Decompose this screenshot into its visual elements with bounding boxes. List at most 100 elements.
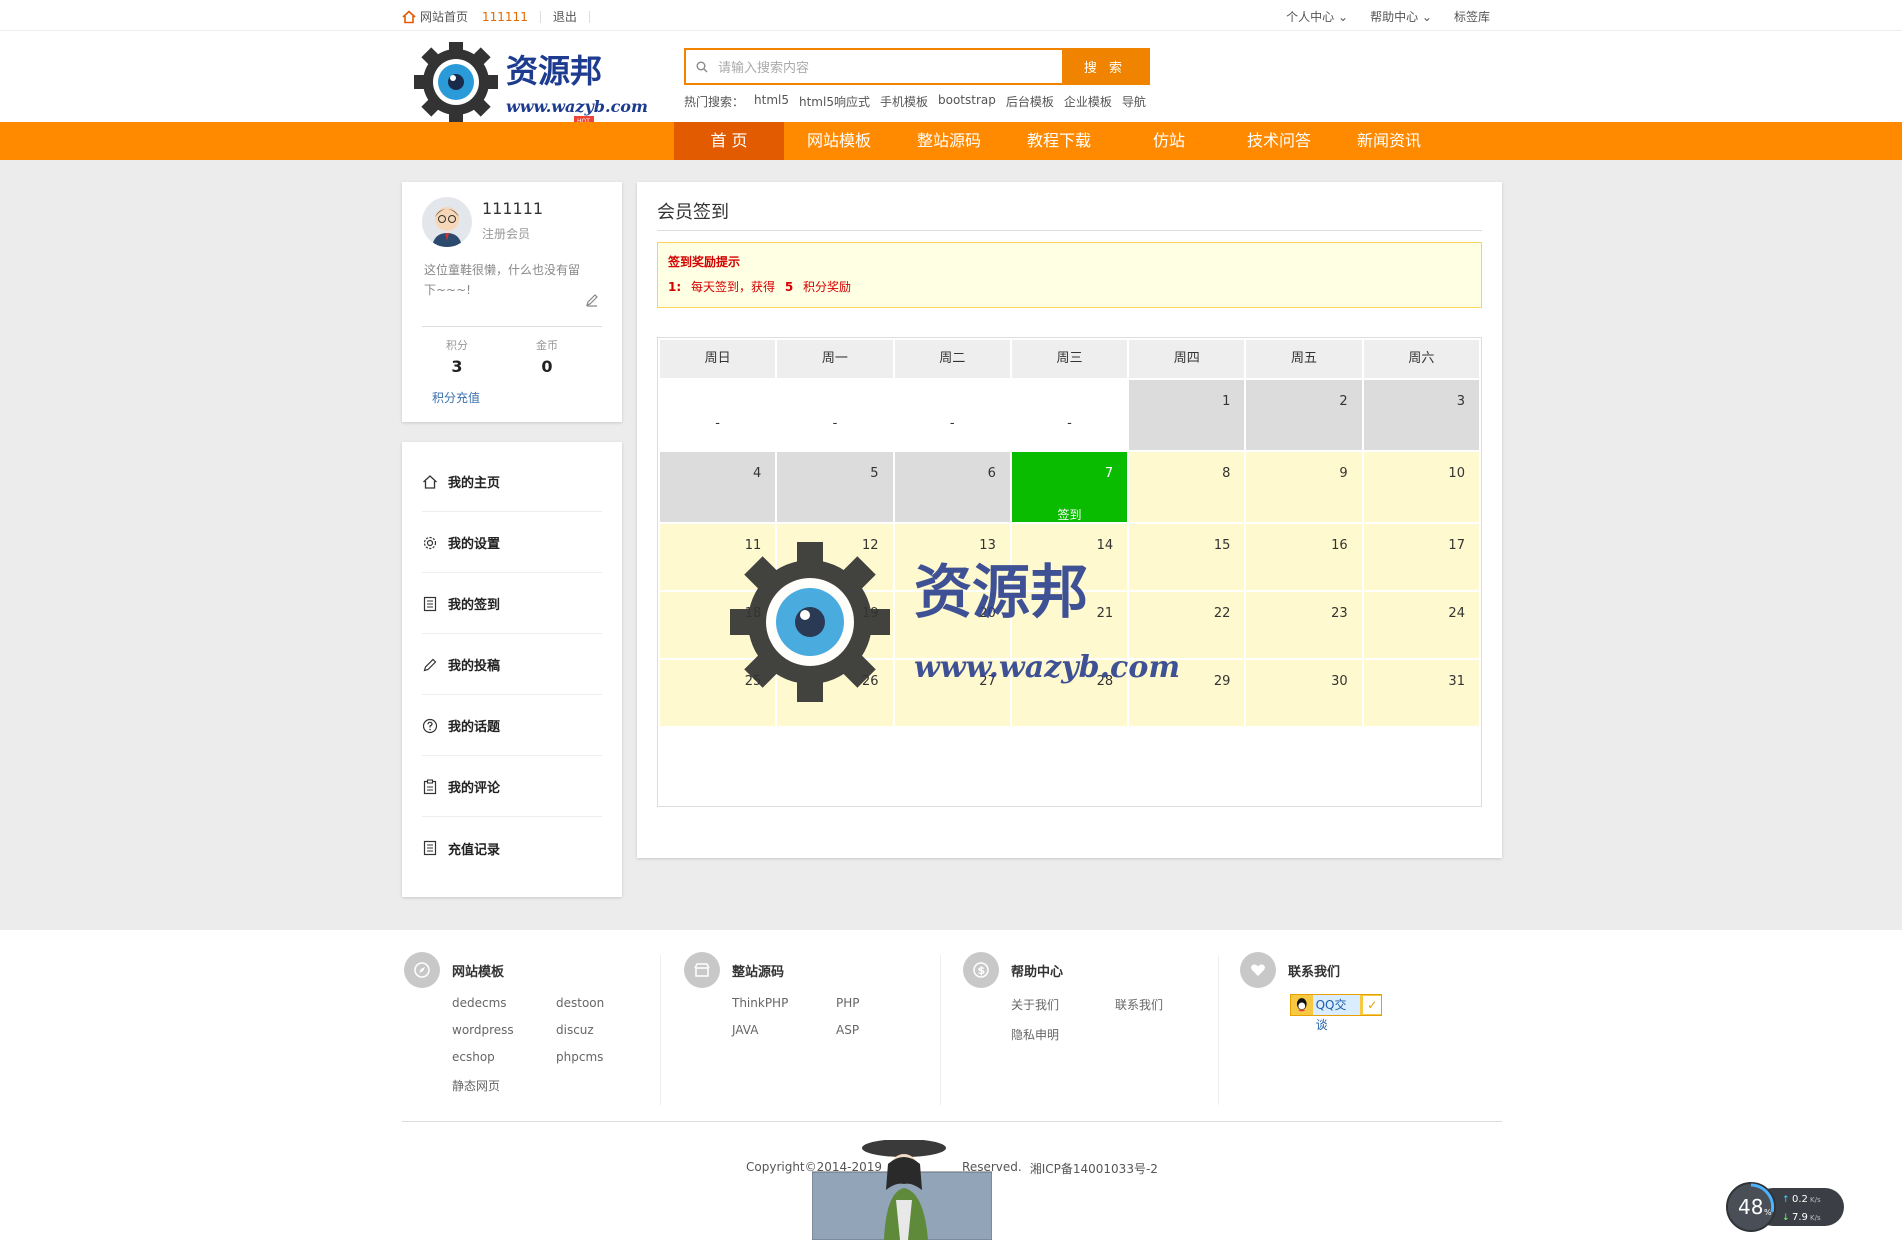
nav-sources[interactable]: 整站源码 — [894, 122, 1004, 160]
footer-link[interactable]: 关于我们 — [1011, 996, 1115, 1013]
footer-link[interactable]: phpcms — [556, 1050, 636, 1064]
hot-term[interactable]: 企业模板 — [1064, 93, 1112, 110]
checkin-button[interactable]: 签到 — [1012, 506, 1127, 523]
calendar-day-number: 30 — [1331, 674, 1348, 689]
weekday-label: 周一 — [777, 340, 893, 378]
calendar-day-number: 2 — [1339, 394, 1348, 409]
footer-link[interactable]: discuz — [556, 1023, 636, 1037]
footer-link[interactable]: 隐私申明 — [1011, 1026, 1115, 1043]
logout-link[interactable]: 退出 — [553, 8, 577, 25]
divider — [539, 10, 541, 23]
menu-item-label: 我的设置 — [448, 537, 501, 552]
icp-link[interactable]: 湘ICP备14001033号-2 — [1030, 1160, 1158, 1177]
footer-link[interactable]: destoon — [556, 996, 636, 1010]
hot-term[interactable]: html5 — [754, 93, 789, 110]
calendar-day-number: 18 — [744, 606, 762, 621]
calendar-day-number: 6 — [987, 466, 996, 481]
calendar-day: 4 — [660, 452, 776, 522]
help-center-menu[interactable]: 帮助中心 ⌄ — [1370, 8, 1432, 25]
menu-item-home[interactable]: 我的主页 — [422, 452, 602, 512]
weekday-label: 周日 — [660, 340, 776, 378]
calendar-week-row: - - - - 1 2 3 — [660, 380, 1479, 450]
footer-link[interactable]: JAVA — [732, 1023, 836, 1037]
avatar[interactable] — [422, 197, 472, 247]
help-center-label: 帮助中心 — [1370, 10, 1419, 24]
footer-link[interactable]: wordpress — [452, 1023, 556, 1037]
footer-link[interactable]: 静态网页 — [452, 1077, 556, 1094]
qq-icon — [1296, 998, 1307, 1012]
personal-center-menu[interactable]: 个人中心 ⌄ — [1286, 8, 1348, 25]
calendar-day: 20 — [894, 592, 1010, 658]
hot-search: 热门搜索： html5 html5响应式 手机模板 bootstrap 后台模板… — [684, 93, 1146, 110]
footer-link[interactable]: ecshop — [452, 1050, 556, 1064]
menu-item-submissions[interactable]: 我的投稿 — [422, 635, 602, 695]
search-button[interactable]: 搜 索 — [1062, 50, 1148, 83]
hot-term[interactable]: html5响应式 — [799, 93, 870, 110]
upload-arrow-icon: ↑ — [1782, 1195, 1790, 1205]
menu-item-checkin[interactable]: 我的签到 — [422, 574, 602, 634]
nav-clone[interactable]: 仿站 — [1114, 122, 1224, 160]
divider — [422, 326, 602, 327]
nav-qa[interactable]: 技术问答 — [1224, 122, 1334, 160]
floating-character-image[interactable] — [812, 1140, 992, 1240]
search-icon — [696, 61, 708, 72]
calendar-day-number: - — [1067, 416, 1072, 431]
edit-icon[interactable] — [584, 292, 600, 308]
nav-tutorials[interactable]: 教程下载 — [1004, 122, 1114, 160]
footer-link[interactable]: ASP — [836, 1023, 916, 1037]
footer-link[interactable]: 联系我们 — [1115, 996, 1195, 1013]
divider — [660, 955, 661, 1105]
clipboard-icon — [423, 778, 437, 794]
upload-unit: K/s — [1810, 1196, 1821, 1204]
nav-news[interactable]: 新闻资讯 — [1334, 122, 1444, 160]
footer-help-title: 帮助中心 — [1011, 964, 1064, 980]
nav-home[interactable]: 首 页 — [674, 122, 784, 160]
hot-term[interactable]: 导航 — [1122, 93, 1146, 110]
network-speed-widget[interactable]: 48 % ↑ 0.2 K/s ↓ 7.9 K/s — [1726, 1182, 1846, 1232]
user-link[interactable]: 111111 — [482, 10, 528, 24]
hot-term[interactable]: bootstrap — [938, 93, 996, 110]
footer-link[interactable]: ThinkPHP — [732, 996, 836, 1010]
calendar-day: 5 — [777, 452, 893, 522]
calendar-day-today[interactable]: 7 签到 — [1011, 452, 1128, 523]
list-icon — [423, 840, 437, 856]
calendar-day: 24 — [1363, 592, 1479, 658]
qq-chat-button[interactable]: QQ交谈 ✓ — [1290, 994, 1382, 1032]
calendar-day: 29 — [1129, 660, 1245, 726]
footer-link[interactable]: dedecms — [452, 996, 556, 1010]
tag-library-link[interactable]: 标签库 — [1454, 8, 1490, 25]
menu-item-settings[interactable]: 我的设置 — [422, 513, 602, 573]
home-link[interactable]: 网站首页 — [420, 8, 468, 25]
calendar-day: 12 — [777, 524, 893, 590]
calendar-day: 21 — [1011, 592, 1128, 658]
calendar-day-number: 31 — [1448, 674, 1465, 689]
calendar-day-number: 20 — [979, 606, 996, 621]
nav-templates[interactable]: 网站模板 — [784, 122, 894, 160]
calendar-week-row: 4 5 6 7 签到 8 9 10 — [660, 452, 1479, 522]
tips-text-a: 每天签到，获得 — [690, 280, 775, 294]
calendar-day-number: - — [949, 416, 955, 431]
calendar-day: 18 — [660, 592, 776, 658]
calendar-day-number: 23 — [1331, 606, 1348, 621]
menu-item-comments[interactable]: 我的评论 — [422, 757, 602, 817]
hot-term[interactable]: 手机模板 — [880, 93, 928, 110]
qq-chat-label: QQ交谈 — [1312, 995, 1361, 1032]
calendar-day-number: 28 — [1096, 674, 1114, 689]
search-input[interactable]: 请输入搜索内容 — [686, 50, 1062, 83]
calendar-body: - - - -1 2 3 4 5 6 7 签到 8 9 10 11 12 13 14 15 16 17 18 19 20 21 2… — [660, 380, 1479, 726]
home-icon — [402, 9, 416, 23]
footer-link[interactable]: PHP — [836, 996, 916, 1010]
calendar-day: 16 — [1246, 524, 1362, 590]
top-bar-left: 网站首页 111111 退出 — [402, 8, 602, 25]
personal-center-label: 个人中心 — [1286, 10, 1335, 24]
logo-text: 资源邦 — [506, 52, 602, 90]
menu-item-topics[interactable]: 我的话题 — [422, 696, 602, 756]
main-nav: 首 页 网站模板 整站源码 教程下载 仿站 技术问答 新闻资讯 — [0, 122, 1902, 160]
download-arrow-icon: ↓ — [1782, 1213, 1790, 1223]
hot-term[interactable]: 后台模板 — [1006, 93, 1054, 110]
site-logo[interactable]: 资源邦 www.wazyb.com HOT — [414, 42, 654, 128]
menu-item-label: 充值记录 — [448, 842, 501, 858]
menu-item-recharge-history[interactable]: 充值记录 — [422, 818, 602, 878]
recharge-link[interactable]: 积分充值 — [432, 389, 480, 406]
footer-templates: 网站模板 dedecms destoon wordpress discuz ec… — [404, 952, 604, 1093]
